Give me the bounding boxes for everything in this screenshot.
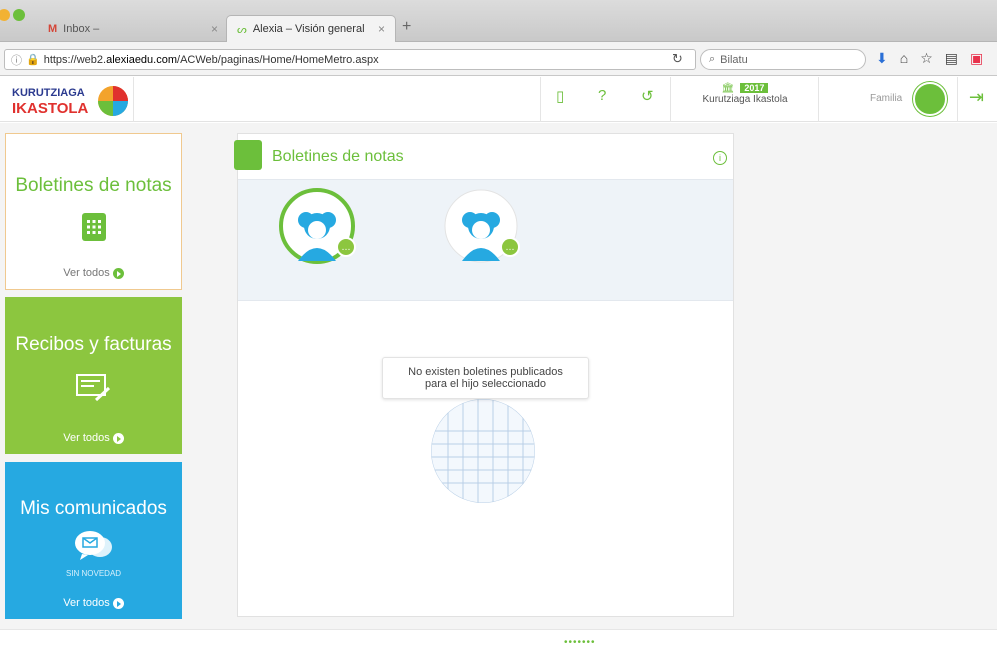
year-badge: 2017 — [740, 83, 769, 93]
mobile-icon[interactable]: ▯ — [556, 87, 564, 105]
ver-todos-link[interactable]: Ver todos — [5, 597, 182, 609]
empty-message-line1: No existen boletines publicados — [408, 366, 563, 378]
tab-alexia-label: Alexia – Visión general — [252, 23, 365, 35]
institution-icon: 🏛 — [721, 83, 735, 94]
loading-dots: ••••••• — [564, 637, 596, 648]
logout-icon[interactable]: ⇥ — [969, 87, 984, 108]
comunicados-status: SIN NOVEDAD — [65, 569, 122, 578]
ver-todos-label: Ver todos — [63, 267, 110, 279]
gmail-icon: M — [48, 22, 58, 35]
info-icon[interactable]: i — [713, 151, 727, 165]
search-icon: ⌕ — [709, 53, 716, 65]
ver-todos-link[interactable]: Ver todos — [6, 267, 181, 279]
card-title: Recibos y facturas — [15, 334, 172, 355]
card-title: Boletines de notas — [15, 175, 172, 196]
child-avatar-selected[interactable]: … — [278, 187, 356, 265]
user-avatar[interactable] — [913, 82, 947, 116]
svg-text:…: … — [506, 243, 515, 253]
play-icon — [112, 432, 124, 444]
alexia-icon: ᔕ — [237, 23, 247, 36]
url-prefix: https://web2. — [43, 53, 107, 66]
panel-header: Boletines de notas i — [234, 134, 733, 179]
children-selector: … … — [238, 179, 733, 301]
school-logo[interactable]: KURUTZIAGA IKASTOLA — [10, 81, 128, 119]
search-placeholder: Bilatu — [720, 53, 748, 66]
new-tab-button[interactable]: + — [402, 18, 411, 36]
report-grid-icon — [81, 213, 106, 241]
empty-message: No existen boletines publicados para el … — [382, 357, 589, 399]
tab-inbox-label: Inbox – — [63, 22, 100, 35]
report-icon — [234, 140, 262, 170]
url-path: /ACWeb/paginas/Home/HomeMetro.aspx — [177, 53, 379, 66]
card-recibos[interactable]: Recibos y facturas Ver todos — [5, 297, 182, 454]
tab-inbox[interactable]: M Inbox – × — [38, 15, 228, 42]
svg-text:…: … — [342, 243, 351, 253]
history-icon[interactable]: ↺ — [641, 87, 654, 105]
ver-todos-label: Ver todos — [63, 597, 110, 609]
lock-icon: 🔒 — [26, 54, 40, 66]
invoice-icon — [75, 374, 110, 402]
info-icon[interactable]: ⓘ — [11, 52, 22, 68]
card-title: Mis comunicados — [20, 498, 167, 519]
play-icon — [112, 267, 124, 279]
svg-text:KURUTZIAGA: KURUTZIAGA — [12, 87, 85, 99]
bookmark-star-icon[interactable]: ☆ — [920, 50, 933, 67]
pocket-icon[interactable]: ▣ — [970, 50, 983, 67]
ver-todos-link[interactable]: Ver todos — [5, 432, 182, 444]
message-bubble-icon — [74, 531, 112, 560]
url-domain: alexiaedu.com — [106, 53, 178, 66]
footer: ••••••• — [0, 629, 997, 649]
report-grid-illustration — [431, 399, 535, 503]
minimize-window-button[interactable] — [0, 9, 10, 21]
user-role: Familia — [870, 93, 903, 104]
home-icon[interactable]: ⌂ — [900, 50, 908, 67]
browser-tab-bar: M Inbox – × ᔕ Alexia – Visión general × … — [0, 0, 997, 42]
svg-text:IKASTOLA: IKASTOLA — [12, 100, 89, 117]
empty-message-line2: para el hijo seleccionado — [424, 378, 547, 390]
reading-list-icon[interactable]: ▤ — [945, 50, 958, 67]
school-selector[interactable]: 🏛 2017 Kurutziaga Ikastola — [680, 83, 810, 105]
reload-icon[interactable]: ↻ — [672, 51, 683, 67]
navigation-bar: ⓘ 🔒 https://web2. alexiaedu.com/ACWeb/pag… — [0, 42, 997, 76]
download-icon[interactable]: ⬇ — [876, 50, 888, 67]
card-comunicados[interactable]: Mis comunicados SIN NOVEDAD Ver todos — [5, 462, 182, 619]
close-tab-icon[interactable]: × — [211, 22, 218, 36]
app-header: KURUTZIAGA IKASTOLA ▯ ? ↺ 🏛 2017 Kurutzia… — [0, 77, 997, 122]
browser-search-field[interactable]: ⌕ Bilatu — [700, 49, 866, 70]
card-boletines[interactable]: Boletines de notas Ver todos — [5, 133, 182, 290]
child-avatar[interactable]: … — [442, 187, 520, 265]
school-name: Kurutziaga Ikastola — [702, 94, 788, 105]
close-tab-icon[interactable]: × — [378, 22, 385, 36]
tab-alexia[interactable]: ᔕ Alexia – Visión general × — [226, 15, 396, 42]
play-icon — [112, 597, 124, 609]
panel-title: Boletines de notas — [272, 148, 404, 165]
help-icon[interactable]: ? — [598, 87, 606, 104]
zoom-window-button[interactable] — [13, 9, 25, 21]
ver-todos-label: Ver todos — [63, 432, 110, 444]
address-bar[interactable]: ⓘ 🔒 https://web2. alexiaedu.com/ACWeb/pag… — [4, 49, 696, 70]
